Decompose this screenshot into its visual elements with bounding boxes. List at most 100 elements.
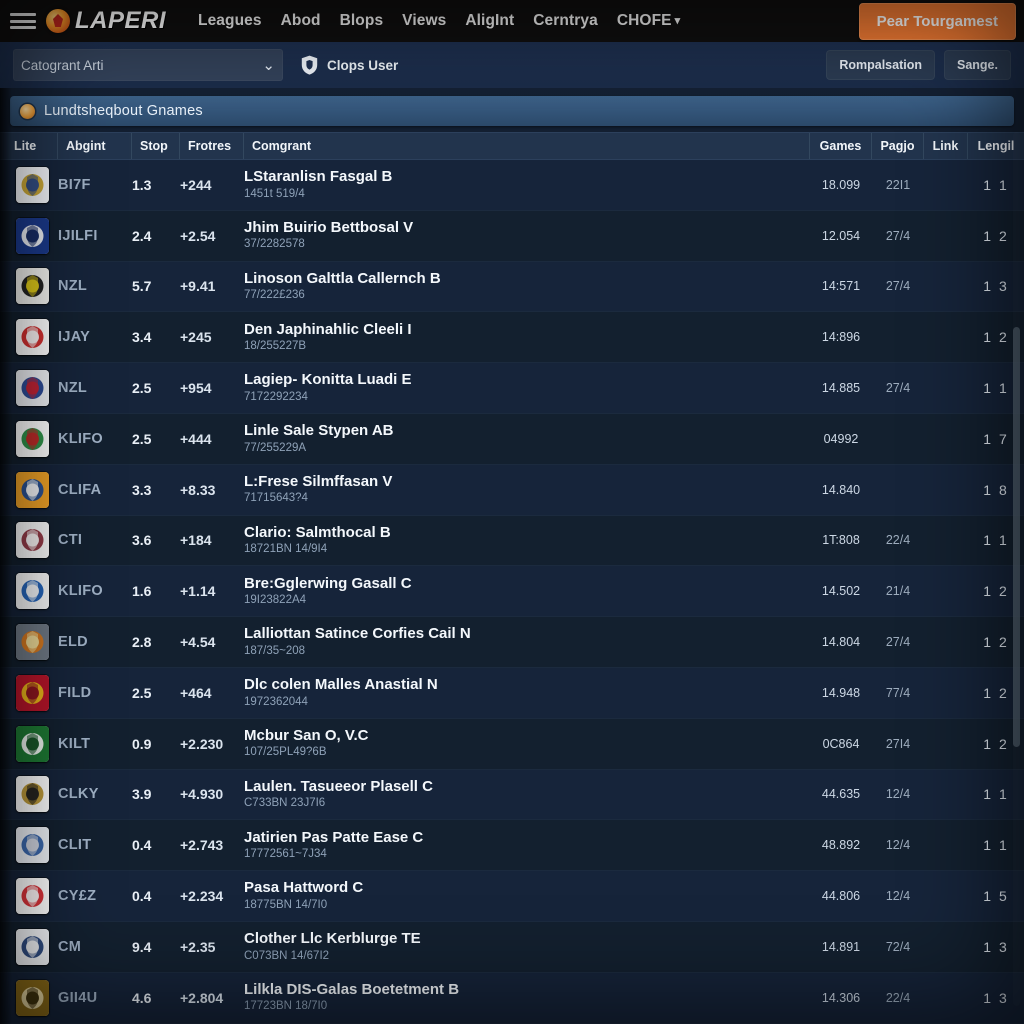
cell-frotres: +4.54	[180, 634, 216, 651]
cell-abgint: CY£Z	[58, 888, 97, 905]
nav-link-leagues[interactable]: Leagues	[198, 12, 262, 30]
sange-button[interactable]: Sange.	[944, 50, 1011, 80]
brand-name: LAPERI	[75, 7, 167, 34]
cell-stop: 0.9	[132, 735, 152, 752]
table-row[interactable]: NZL 2.5 +954 Lagiep- Konitta Luadi E 717…	[0, 363, 1024, 414]
table-row[interactable]: IJAY 3.4 +245 Den Japhinahlic Cleeli I 1…	[0, 312, 1024, 364]
row-crest-cell	[0, 674, 58, 711]
nav-link-views[interactable]: Views	[402, 12, 446, 30]
table-row[interactable]: CLKY 3.9 +4.930 Laulen. Tasueeor Plasell…	[0, 769, 1024, 821]
cell-comgrant: Lalliottan Satince Corfies Cail N 187/35…	[244, 625, 810, 658]
table-row[interactable]: BI7F 1.3 +244 LStaranlisn Fasgal B 1451t…	[0, 160, 1024, 211]
nav-link-cerntrya[interactable]: Cerntrya	[533, 12, 598, 30]
comgrant-subtitle: 7172292234	[244, 390, 308, 403]
nav-link-label: Abod	[280, 12, 321, 29]
table-row[interactable]: GII4U 4.6 +2.804 Lilkla DIS-Galas Boetet…	[0, 972, 1024, 1024]
row-crest-cell	[0, 268, 58, 305]
cell-frotres: +244	[180, 176, 212, 193]
sub-toolbar: Catogrant Arti ⌄ Clops User Rompalsation…	[0, 42, 1024, 88]
comgrant-subtitle: 19I23822A4	[244, 593, 307, 606]
rompalsation-button[interactable]: Rompalsation	[826, 50, 935, 80]
table-row[interactable]: NZL 5.7 +9.41 Linoson Galttla Callernch …	[0, 261, 1024, 313]
table-row[interactable]: IJILFI 2.4 +2.54 Jhim Buirio Bettbosal V…	[0, 210, 1024, 262]
column-header-frotres[interactable]: Frotres	[180, 133, 244, 159]
table-row[interactable]: CY£Z 0.4 +2.234 Pasa Hattword C 18775BN …	[0, 871, 1024, 922]
user-label[interactable]: Clops User	[327, 58, 398, 73]
club-crest-icon	[15, 827, 49, 864]
club-crest-icon	[15, 217, 49, 254]
cell-games: 44.635	[821, 787, 861, 802]
club-crest-icon	[15, 319, 49, 356]
cell-games: 48.892	[821, 838, 861, 853]
cell-abgint: CLKY	[58, 786, 99, 803]
table-row[interactable]: CM 9.4 +2.35 Clother Llc Kerblurge TE C0…	[0, 921, 1024, 973]
table-row[interactable]: KLIFO 1.6 +1.14 Bre:Gglerwing Gasall C 1…	[0, 566, 1024, 618]
cell-pagjo: 27/4	[885, 228, 911, 243]
category-select[interactable]: Catogrant Arti ⌄	[13, 49, 283, 81]
hamburger-menu-icon[interactable]	[10, 11, 36, 31]
cell-frotres: +464	[180, 684, 212, 701]
comgrant-subtitle: 77/255229A	[244, 441, 307, 454]
cell-comgrant: Bre:Gglerwing Gasall C 19I23822A4	[244, 575, 810, 608]
column-header-link[interactable]: Link	[924, 133, 968, 159]
club-crest-icon	[15, 471, 49, 508]
table-row[interactable]: CLIT 0.4 +2.743 Jatirien Pas Patte Ease …	[0, 820, 1024, 872]
column-header-games[interactable]: Games	[810, 133, 872, 159]
shield-icon	[301, 55, 318, 75]
comgrant-title: Laulen. Tasueeor Plasell C	[244, 777, 433, 795]
column-header-comgrant[interactable]: Comgrant	[244, 133, 810, 159]
comgrant-title: Clother Llc Kerblurge TE	[244, 930, 421, 948]
column-header-lite[interactable]: Lite	[0, 133, 58, 159]
table-row[interactable]: CLIFA 3.3 +8.33 L:Frese Silmffasan V 717…	[0, 464, 1024, 516]
table-row[interactable]: KLIFO 2.5 +444 Linle Sale Stypen AB 77/2…	[0, 413, 1024, 465]
comgrant-title: Linoson Galttla Callernch B	[244, 269, 441, 287]
top-navigation-bar: LAPERI Leagues Abod Blops Views AligInt …	[0, 0, 1024, 42]
nav-link-blops[interactable]: Blops	[340, 12, 384, 30]
nav-link-chofe[interactable]: CHOFE ▾	[617, 12, 680, 30]
column-header-stop[interactable]: Stop	[132, 133, 180, 159]
row-crest-cell	[0, 370, 58, 407]
nav-link-label: CHOFE	[616, 12, 672, 29]
nav-link-label: Views	[402, 12, 447, 29]
comgrant-title: Pasa Hattword C	[244, 879, 364, 897]
table-row[interactable]: CTI 3.6 +184 Clario: Salmthocal B 18721B…	[0, 515, 1024, 567]
column-header-abgint[interactable]: Abgint	[58, 133, 132, 159]
club-crest-icon	[15, 674, 49, 711]
table-row[interactable]: FILD 2.5 +464 Dlc colen Malles Anastial …	[0, 667, 1024, 719]
cell-comgrant: Lilkla DIS-Galas Boetetment B 17723BN 18…	[244, 981, 810, 1014]
category-select-value: Catogrant Arti	[21, 57, 104, 73]
cell-stop: 5.7	[132, 278, 152, 295]
brand-logo[interactable]: LAPERI	[46, 9, 166, 33]
cell-pagjo: 21/4	[885, 584, 911, 599]
section-title: Lundtsheqbout Gnames	[44, 103, 203, 119]
cell-pagjo: 12/4	[885, 787, 911, 802]
cell-pagjo: 27I4	[885, 736, 911, 751]
club-crest-icon	[15, 979, 49, 1016]
club-crest-icon	[15, 420, 49, 457]
comgrant-subtitle: 77/222£236	[244, 289, 305, 302]
pear-tourgamest-button[interactable]: Pear Tourgamest	[858, 2, 1016, 40]
cell-games: 14:896	[821, 330, 861, 345]
nav-link-aligint[interactable]: AligInt	[465, 12, 514, 30]
comgrant-title: Lalliottan Satince Corfies Cail N	[244, 625, 471, 643]
column-header-pagjo[interactable]: Pagjo	[872, 133, 924, 159]
table-row[interactable]: KILT 0.9 +2.230 Mcbur San O, V.C 107/25P…	[0, 718, 1024, 770]
table-scrollbar-thumb[interactable]	[1013, 327, 1020, 747]
cell-games: 14.502	[821, 584, 861, 599]
nav-links: Leagues Abod Blops Views AligInt Cerntry…	[198, 12, 680, 30]
cell-games: 14.306	[821, 990, 861, 1005]
cell-games: 14.891	[821, 939, 861, 954]
cell-games: 12.054	[821, 228, 861, 243]
cell-games: 14.885	[821, 381, 861, 396]
cell-stop: 3.4	[132, 329, 152, 346]
nav-link-label: AligInt	[465, 12, 515, 29]
club-crest-icon	[15, 522, 49, 559]
row-crest-cell	[0, 217, 58, 254]
comgrant-subtitle: 187/35~208	[244, 644, 306, 657]
cell-frotres: +1.14	[180, 583, 216, 600]
comgrant-title: Lilkla DIS-Galas Boetetment B	[244, 981, 460, 999]
row-crest-cell	[0, 979, 58, 1016]
cell-comgrant: Jatirien Pas Patte Ease C 17772561~7J34	[244, 829, 810, 862]
nav-link-abod[interactable]: Abod	[281, 12, 321, 30]
table-row[interactable]: ELD 2.8 +4.54 Lalliottan Satince Corfies…	[0, 617, 1024, 668]
